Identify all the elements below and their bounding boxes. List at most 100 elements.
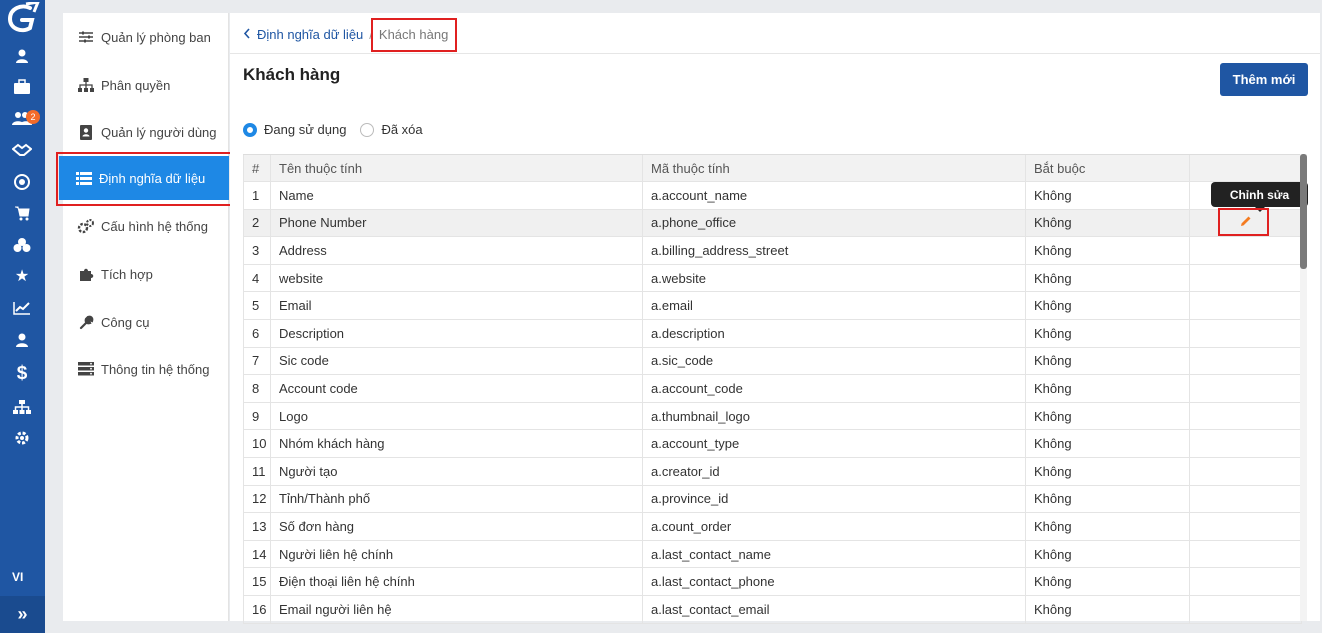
table-row[interactable]: 14 Người liên hệ chính a.last_contact_name… xyxy=(243,540,1302,569)
menu-item-permissions[interactable]: Phân quyền xyxy=(63,63,229,107)
star-icon[interactable]: ★ xyxy=(12,266,32,286)
page-title: Khách hàng xyxy=(243,65,341,84)
dollar-icon[interactable]: $ xyxy=(12,363,32,384)
attribute-code: a.last_contact_email xyxy=(643,595,1026,623)
required-value: Không xyxy=(1026,319,1190,347)
line-chart-icon[interactable] xyxy=(12,298,32,318)
radio-unchecked-icon[interactable] xyxy=(360,122,375,137)
table-row[interactable]: 8 Account code a.account_code Không xyxy=(243,375,1302,403)
add-new-button[interactable]: Thêm mới xyxy=(1220,63,1308,96)
menu-item-system-config[interactable]: Cấu hình hệ thống xyxy=(63,204,229,248)
menu-item-system-info[interactable]: Thông tin hệ thống xyxy=(63,347,229,391)
settings-menu: Quản lý phòng ban Phân quyền Quản lý ngư… xyxy=(59,13,229,621)
row-index: 1 xyxy=(243,182,271,209)
table-row[interactable]: 3 Address a.billing_address_street Không xyxy=(243,237,1302,265)
row-index: 15 xyxy=(243,568,271,595)
contact-book-icon xyxy=(77,124,95,140)
notification-badge: 2 xyxy=(26,110,40,124)
row-index: 6 xyxy=(243,319,271,347)
table-header-row: # Tên thuộc tính Mã thuộc tính Bắt buộc xyxy=(243,155,1302,182)
attribute-code: a.province_id xyxy=(643,485,1026,513)
org-chart-icon[interactable] xyxy=(12,397,32,417)
attribute-code: a.count_order xyxy=(643,513,1026,540)
table-row[interactable]: 13 Số đơn hàng a.count_order Không xyxy=(243,513,1302,541)
column-header: Tên thuộc tính xyxy=(271,155,643,181)
table-row[interactable]: 4 website a.website Không xyxy=(243,264,1302,293)
row-index: 2 xyxy=(243,209,271,237)
table-row[interactable]: 5 Email a.email Không xyxy=(243,292,1302,320)
table-row[interactable]: 6 Description a.description Không xyxy=(243,319,1302,348)
status-filter: Đang sử dụng Đã xóa xyxy=(243,122,437,137)
user-icon[interactable] xyxy=(12,46,32,66)
scrollbar-thumb[interactable] xyxy=(1300,154,1307,269)
table-row[interactable]: 12 Tỉnh/Thành phố a.province_id Không xyxy=(243,485,1302,514)
table-row[interactable]: 2 Phone Number a.phone_office Không xyxy=(243,209,1302,238)
menu-item-label: Tích hợp xyxy=(101,266,153,282)
handshake-icon[interactable] xyxy=(12,140,32,160)
attribute-name: Sic code xyxy=(271,347,643,375)
row-index: 14 xyxy=(243,540,271,568)
attribute-name: Name xyxy=(271,182,643,209)
gears-icon xyxy=(77,218,95,234)
highlight-box-menu xyxy=(56,152,236,206)
cart-icon[interactable] xyxy=(12,203,32,223)
attribute-code: a.last_contact_name xyxy=(643,540,1026,568)
menu-item-integration[interactable]: Tích hợp xyxy=(63,252,229,296)
server-icon xyxy=(77,361,95,377)
briefcase-icon[interactable] xyxy=(12,77,32,97)
row-actions xyxy=(1190,430,1302,457)
language-switch[interactable]: VI xyxy=(12,570,23,584)
row-actions xyxy=(1190,485,1302,513)
attribute-name: Address xyxy=(271,237,643,264)
wrench-icon xyxy=(77,314,95,330)
highlight-box-edit xyxy=(1218,208,1269,236)
required-value: Không xyxy=(1026,237,1190,264)
attribute-name: Người liên hệ chính xyxy=(271,540,643,568)
table-row[interactable]: 7 Sic code a.sic_code Không xyxy=(243,347,1302,376)
table-row[interactable]: 10 Nhóm khách hàng a.account_type Không xyxy=(243,430,1302,458)
user-tie-icon[interactable] xyxy=(12,330,32,350)
row-index: 11 xyxy=(243,457,271,485)
radio-in-use[interactable]: Đang sử dụng xyxy=(243,122,346,137)
table-row[interactable]: 15 Điện thoại liên hệ chính a.last_contact… xyxy=(243,568,1302,596)
table-row[interactable]: 11 Người tạo a.creator_id Không xyxy=(243,457,1302,486)
required-value: Không xyxy=(1026,375,1190,402)
main-panel: Định nghĩa dữ liệu / Khách hàng Khách hà… xyxy=(230,13,1320,624)
menu-item-users[interactable]: Quản lý người dùng xyxy=(63,110,229,154)
row-index: 7 xyxy=(243,347,271,375)
attribute-code: a.account_type xyxy=(643,430,1026,457)
required-value: Không xyxy=(1026,595,1190,623)
cubes-icon[interactable] xyxy=(12,235,32,255)
table-row[interactable]: 9 Logo a.thumbnail_logo Không xyxy=(243,402,1302,431)
app-logo[interactable] xyxy=(4,2,40,36)
row-index: 3 xyxy=(243,237,271,264)
row-actions xyxy=(1190,319,1302,347)
target-icon[interactable] xyxy=(12,172,32,192)
radio-deleted[interactable]: Đã xóa xyxy=(360,122,423,137)
row-actions xyxy=(1190,347,1302,375)
table-row[interactable]: 1 Name a.account_name Không xyxy=(243,182,1302,210)
attributes-table: # Tên thuộc tính Mã thuộc tính Bắt buộc … xyxy=(243,154,1302,624)
settings-gear-icon[interactable] xyxy=(12,428,32,448)
menu-item-label: Phân quyền xyxy=(101,77,171,93)
attribute-code: a.phone_office xyxy=(643,209,1026,237)
required-value: Không xyxy=(1026,540,1190,568)
highlight-box-breadcrumb xyxy=(371,18,457,52)
row-index: 13 xyxy=(243,513,271,540)
attribute-code: a.sic_code xyxy=(643,347,1026,375)
menu-item-departments[interactable]: Quản lý phòng ban xyxy=(63,15,229,59)
attribute-code: a.website xyxy=(643,264,1026,292)
chevron-left-icon[interactable] xyxy=(243,27,251,42)
table-scrollbar[interactable] xyxy=(1300,154,1307,621)
breadcrumb-parent-link[interactable]: Định nghĩa dữ liệu xyxy=(257,27,363,42)
table-row[interactable]: 16 Email người liên hệ a.last_contact_emai… xyxy=(243,595,1302,624)
column-header: Bắt buộc xyxy=(1026,155,1190,181)
expand-sidebar-button[interactable]: » xyxy=(0,596,45,633)
radio-checked-icon[interactable] xyxy=(243,122,257,137)
row-actions xyxy=(1190,264,1302,292)
column-header xyxy=(1190,155,1302,181)
menu-item-label: Công cụ xyxy=(101,314,150,330)
row-actions xyxy=(1190,540,1302,568)
menu-item-label: Quản lý người dùng xyxy=(101,124,217,140)
menu-item-tools[interactable]: Công cụ xyxy=(63,300,229,344)
